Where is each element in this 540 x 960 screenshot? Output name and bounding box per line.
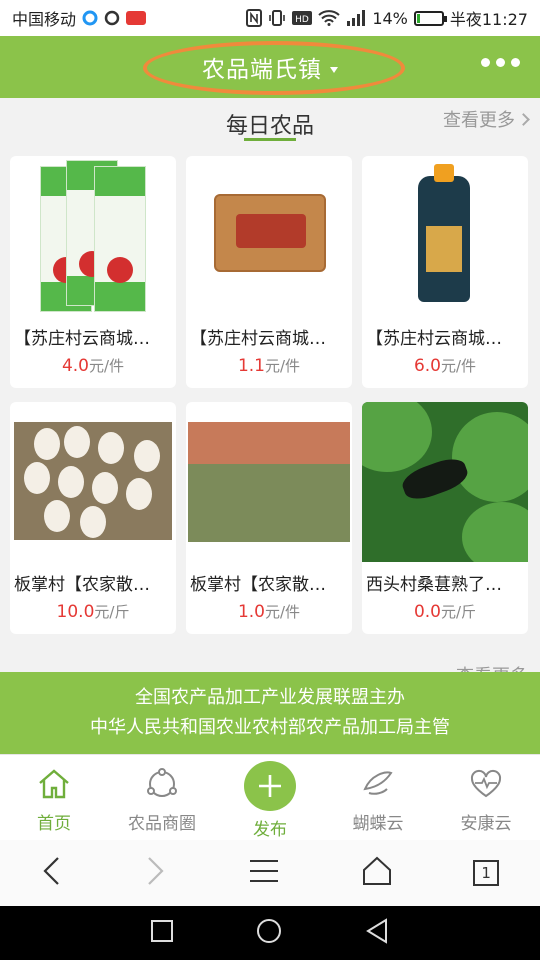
product-grid: 【苏庄村云商城… 4.0元/件 【苏庄村云商城… 1.1元/件 【苏庄村云商城…… xyxy=(10,156,530,634)
product-price: 0.0元/斤 xyxy=(413,602,477,622)
product-image-eggs xyxy=(10,402,176,562)
product-name: 西头村桑葚熟了… xyxy=(366,575,502,595)
menu-icon[interactable] xyxy=(248,859,280,887)
svg-text:HD: HD xyxy=(295,15,309,25)
status-bar: 中国移动 HD 14% 半夜11:27 xyxy=(0,0,540,36)
product-card[interactable]: 西头村桑葚熟了… 0.0元/斤 xyxy=(362,402,528,634)
wifi-icon xyxy=(318,10,340,26)
nav-butterfly-cloud[interactable]: 蝴蝶云 xyxy=(324,755,432,840)
battery-icon xyxy=(413,10,447,26)
daily-products-header: 每日农品 查看更多 xyxy=(0,98,540,154)
message-badge-icon xyxy=(126,11,147,25)
annotation-circle xyxy=(143,41,405,95)
battery-percent: 14% xyxy=(372,8,408,28)
vibrate-icon xyxy=(268,9,286,27)
recent-apps-icon[interactable] xyxy=(151,920,174,946)
nav-publish[interactable]: 发布 xyxy=(216,755,324,840)
banner-line-2: 中华人民共和国农业农村部农产品加工局主管 xyxy=(90,717,450,738)
product-card[interactable]: 【苏庄村云商城… 1.1元/件 xyxy=(186,156,352,388)
system-back-icon[interactable] xyxy=(365,918,389,948)
browser-home-icon[interactable] xyxy=(362,856,392,890)
organizer-banner: 全国农产品加工产业发展联盟主办 中华人民共和国农业农村部农产品加工局主管 xyxy=(0,672,540,754)
nav-home-label: 首页 xyxy=(37,814,71,834)
circle-nodes-icon xyxy=(145,767,179,801)
product-price: 6.0元/件 xyxy=(413,356,477,376)
hd-icon: HD xyxy=(292,11,313,25)
product-image-noodles xyxy=(10,156,176,316)
clock: 半夜11:27 xyxy=(449,10,528,29)
product-price: 10.0元/斤 xyxy=(56,602,130,622)
product-image-vinegar-bottle xyxy=(362,156,528,316)
nav-ankang-label: 安康云 xyxy=(460,814,512,834)
view-more-link-2[interactable]: 查看更多 xyxy=(456,662,528,672)
nav-home[interactable]: 首页 xyxy=(0,755,108,840)
nav-butterfly-label: 蝴蝶云 xyxy=(352,814,404,834)
nfc-icon xyxy=(246,9,263,27)
product-image-chicken-yard xyxy=(186,402,352,562)
nav-market[interactable]: 农品商圈 xyxy=(108,755,216,840)
product-card[interactable]: 【苏庄村云商城… 6.0元/件 xyxy=(362,156,528,388)
sync-icon xyxy=(82,10,98,26)
banner-line-1: 全国农产品加工产业发展联盟主办 xyxy=(135,687,405,708)
heart-pulse-icon xyxy=(469,767,503,801)
tab-count-button[interactable]: 1 xyxy=(473,860,500,886)
q-app-icon xyxy=(104,10,120,26)
back-icon[interactable] xyxy=(41,856,63,890)
product-name: 【苏庄村云商城… xyxy=(14,329,150,349)
section-underline xyxy=(244,138,296,141)
product-price: 1.0元/件 xyxy=(237,602,301,622)
system-nav-bar xyxy=(0,906,540,960)
nav-publish-label: 发布 xyxy=(253,820,287,840)
app-header: 农品端氏镇 xyxy=(0,36,540,98)
product-image-vinegar-bag xyxy=(186,156,352,316)
browser-toolbar: 1 xyxy=(0,840,540,906)
product-name: 板掌村【农家散… xyxy=(190,575,326,595)
product-name: 板掌村【农家散… xyxy=(14,575,150,595)
product-image-mulberry xyxy=(362,402,528,562)
product-price: 4.0元/件 xyxy=(61,356,125,376)
product-price: 1.1元/件 xyxy=(237,356,301,376)
nav-ankang-cloud[interactable]: 安康云 xyxy=(432,755,540,840)
forward-icon[interactable] xyxy=(144,856,166,890)
system-home-icon[interactable] xyxy=(256,918,282,948)
view-more-link[interactable]: 查看更多 xyxy=(443,106,530,132)
nav-market-label: 农品商圈 xyxy=(128,814,196,834)
chevron-right-icon xyxy=(517,112,530,126)
signal-icon xyxy=(346,10,366,26)
more-dots-icon[interactable] xyxy=(481,58,520,67)
product-card[interactable]: 板掌村【农家散… 10.0元/斤 xyxy=(10,402,176,634)
product-name: 【苏庄村云商城… xyxy=(366,329,502,349)
home-icon xyxy=(37,767,71,801)
product-card[interactable]: 【苏庄村云商城… 4.0元/件 xyxy=(10,156,176,388)
carrier-label: 中国移动 xyxy=(12,10,77,29)
second-section-header: 查看更多 xyxy=(0,640,540,672)
product-card[interactable]: 板掌村【农家散… 1.0元/件 xyxy=(186,402,352,634)
plus-icon xyxy=(244,761,296,811)
butterfly-icon xyxy=(361,767,395,801)
view-more-label: 查看更多 xyxy=(443,110,515,131)
product-name: 【苏庄村云商城… xyxy=(190,329,326,349)
bottom-nav: 首页 农品商圈 发布 蝴蝶云 安康云 xyxy=(0,754,540,840)
